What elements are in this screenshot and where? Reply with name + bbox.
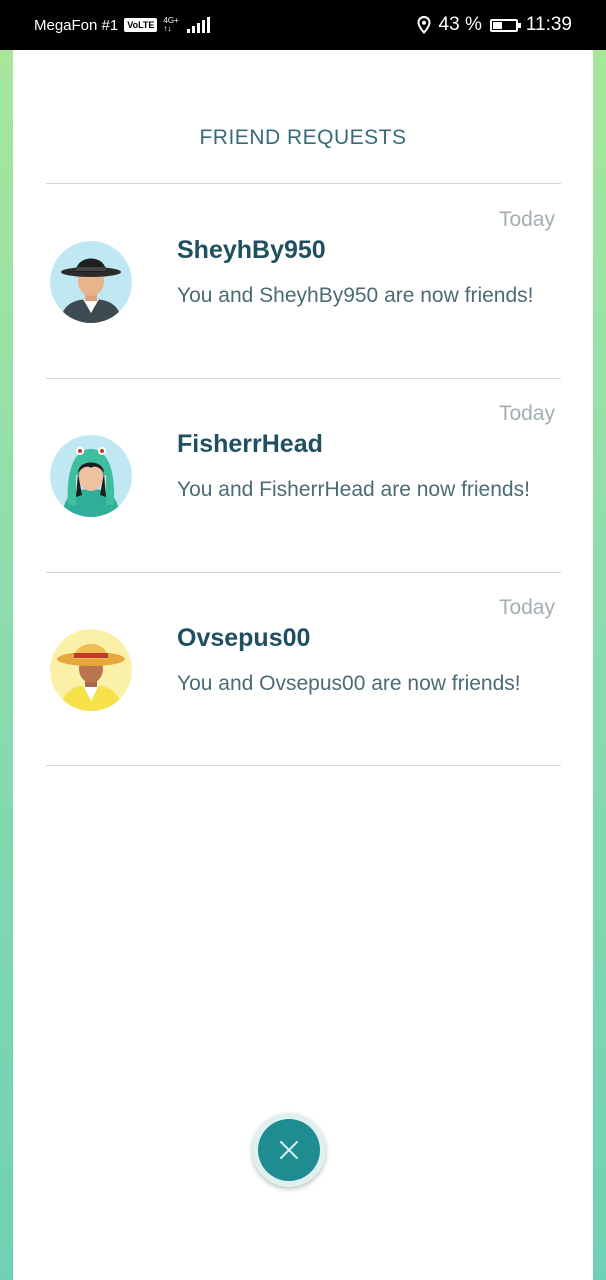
request-time: Today (498, 402, 555, 425)
status-right: 43 % 11:39 (417, 14, 572, 36)
volte-badge: VoLTE (124, 18, 158, 32)
friend-request-row[interactable]: Today FisherrHead You and FisherrHead ar… (13, 378, 593, 572)
divider (46, 765, 561, 766)
close-icon (280, 1141, 298, 1159)
battery-icon (489, 18, 521, 32)
page-title: FRIEND REQUESTS (199, 126, 407, 149)
network-indicator: 4G+ ↑↓ (163, 17, 178, 33)
request-time: Today (498, 208, 555, 231)
request-time: Today (498, 596, 555, 619)
trainer-avatar (50, 241, 132, 323)
friend-message: You and Ovsepus00 are now friends! (177, 672, 521, 695)
location-icon (417, 16, 431, 34)
clock: 11:39 (525, 14, 572, 35)
network-activity: ↑↓ (163, 24, 172, 33)
friend-message: You and SheyhBy950 are now friends! (177, 284, 534, 307)
status-left: MegaFon #1 VoLTE 4G+ ↑↓ (34, 17, 210, 34)
friend-request-row[interactable]: Today SheyhBy950 You and SheyhBy950 are … (13, 184, 593, 378)
close-button-inner[interactable] (258, 1119, 320, 1181)
status-bar: MegaFon #1 VoLTE 4G+ ↑↓ 43 % 11:39 (0, 0, 606, 50)
friend-request-row[interactable]: Today Ovsepus00 You and Ovsepus00 are no… (13, 572, 593, 766)
carrier-name: MegaFon #1 (34, 16, 119, 34)
close-button[interactable] (252, 1113, 326, 1187)
trainer-avatar (50, 435, 132, 517)
signal-icon (186, 17, 210, 33)
friend-name: Ovsepus00 (177, 624, 311, 652)
battery-percent: 43 % (438, 14, 482, 35)
friend-requests-panel: FRIEND REQUESTS Today SheyhBy950 You and… (13, 50, 593, 1280)
friend-name: SheyhBy950 (177, 236, 326, 264)
friend-name: FisherrHead (177, 430, 323, 458)
friend-message: You and FisherrHead are now friends! (177, 478, 530, 501)
trainer-avatar (50, 629, 132, 711)
